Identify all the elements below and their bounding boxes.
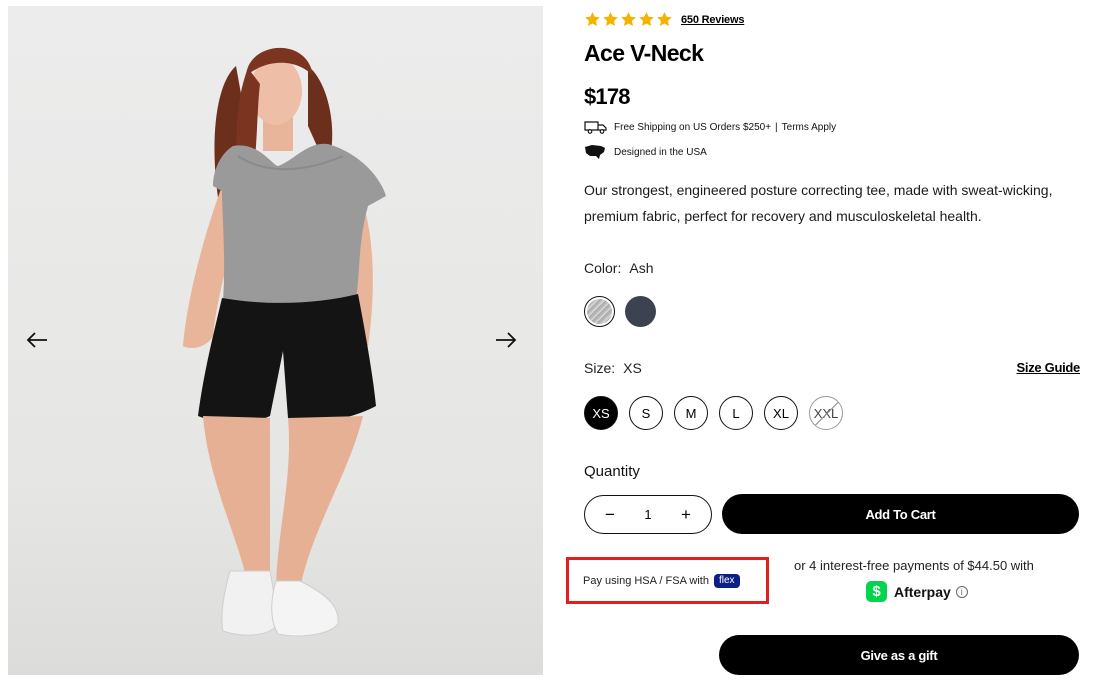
size-option-xs[interactable]: XS <box>584 396 618 430</box>
swatch-navy-fill <box>625 296 656 327</box>
shipping-separator: | <box>775 121 778 133</box>
size-option-xl[interactable]: XL <box>764 396 798 430</box>
add-to-cart-button[interactable]: Add To Cart <box>722 494 1079 534</box>
size-option-m[interactable]: M <box>674 396 708 430</box>
terms-link[interactable]: Terms Apply <box>782 122 836 133</box>
info-icon[interactable]: i <box>955 585 968 598</box>
hsa-text: Pay using HSA / FSA with <box>583 574 709 587</box>
size-option-xxl[interactable]: XXL <box>809 396 843 430</box>
color-swatches <box>584 296 656 327</box>
product-description: Our strongest, engineered posture correc… <box>584 182 1053 224</box>
selected-size: XS <box>623 360 642 376</box>
star-icon <box>657 12 672 27</box>
cashapp-icon: $ <box>866 581 887 602</box>
afterpay-name: Afterpay <box>894 583 951 600</box>
size-guide-link[interactable]: Size Guide <box>1017 360 1081 375</box>
next-image-arrow-icon[interactable] <box>495 331 525 361</box>
size-option-s[interactable]: S <box>629 396 663 430</box>
quantity-increase-button[interactable]: + <box>677 505 695 525</box>
size-options: XS S M L XL XXL <box>584 396 843 430</box>
product-image-gallery[interactable] <box>8 6 543 675</box>
usa-map-icon <box>584 144 608 160</box>
star-icon <box>639 12 654 27</box>
hsa-fsa-payment-option[interactable]: Pay using HSA / FSA with flex <box>566 557 769 604</box>
reviews-link[interactable]: 650 Reviews <box>681 14 744 26</box>
product-title: Ace V-Neck <box>584 40 704 66</box>
star-icon <box>603 12 618 27</box>
quantity-value[interactable]: 1 <box>644 507 651 522</box>
origin-perk: Designed in the USA <box>584 144 707 160</box>
truck-icon <box>584 119 608 135</box>
shipping-perk: Free Shipping on US Orders $250+ | Terms… <box>584 119 836 135</box>
product-photo <box>183 47 386 637</box>
selected-color: Ash <box>629 260 654 276</box>
rating-summary: 650 Reviews <box>584 11 744 28</box>
flex-badge[interactable]: flex <box>713 573 740 588</box>
swatch-ash[interactable] <box>584 296 615 327</box>
swatch-ash-fill <box>587 299 612 324</box>
size-label: Size: <box>584 360 616 376</box>
quantity-label: Quantity <box>584 463 640 480</box>
color-label-row: Color: Ash <box>584 260 653 276</box>
afterpay-brand: $ Afterpay i <box>866 581 968 602</box>
previous-image-arrow-icon[interactable] <box>26 331 56 361</box>
star-rating <box>584 11 673 28</box>
star-icon <box>585 12 600 27</box>
size-label-row: Size: XS <box>584 360 642 376</box>
color-label: Color: <box>584 260 622 276</box>
size-option-l[interactable]: L <box>719 396 753 430</box>
quantity-stepper: − 1 + <box>584 495 712 534</box>
star-icon <box>621 12 636 27</box>
product-info-panel: 650 Reviews Ace V-Neck $178 Free Shippin… <box>566 0 1081 680</box>
swatch-navy[interactable] <box>625 296 656 327</box>
shipping-text: Free Shipping on US Orders $250+ <box>614 121 772 133</box>
give-as-gift-button[interactable]: Give as a gift <box>719 635 1079 675</box>
quantity-decrease-button[interactable]: − <box>601 505 619 525</box>
origin-text: Designed in the USA <box>614 146 707 158</box>
product-price: $178 <box>584 84 631 109</box>
afterpay-installments-text: or 4 interest-free payments of $44.50 wi… <box>794 558 1034 573</box>
